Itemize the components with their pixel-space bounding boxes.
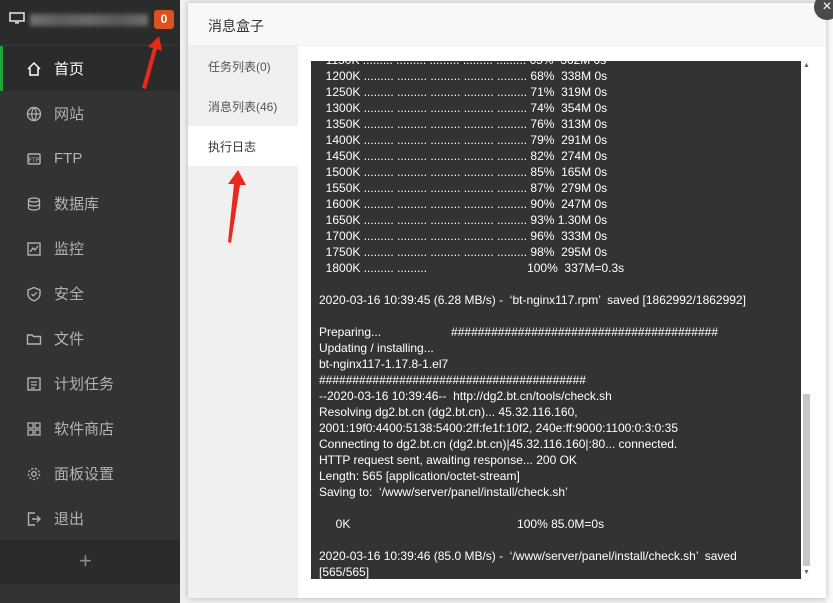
log-scrollbar[interactable]: ▲ ▼ [801, 61, 812, 579]
notification-badge[interactable]: 0 [154, 10, 174, 29]
sidebar-item-label: 文件 [54, 331, 85, 348]
svg-text:FTP: FTP [29, 157, 40, 164]
log-line: bt-nginx117-1.17.8-1.el7 [319, 357, 449, 371]
log-line: 1450K ......... ......... ......... ....… [319, 149, 608, 163]
log-line: Preparing... ###########################… [319, 325, 718, 339]
sidebar-item-label: 面板设置 [54, 466, 115, 483]
log-line: 1550K ......... ......... ......... ....… [319, 181, 608, 195]
sidebar-item-8[interactable]: 软件商店 [0, 406, 180, 451]
dialog-title: 消息盒子 [208, 18, 264, 34]
log-line: Saving to: ‘/www/server/panel/install/ch… [319, 485, 568, 499]
log-output[interactable]: 1150K ......... ......... ......... ....… [311, 61, 812, 579]
page-edge [826, 0, 833, 603]
annotation-arrow-tab [228, 170, 246, 243]
logout-icon [26, 511, 42, 527]
log-line: 1150K ......... ......... ......... ....… [319, 61, 799, 68]
sidebar-item-label: 首页 [54, 61, 85, 78]
log-line: Resolving dg2.bt.cn (dg2.bt.cn)... 45.32… [319, 405, 578, 419]
log-line: 1400K ......... ......... ......... ....… [319, 133, 608, 147]
tab-execution-log[interactable]: 执行日志 [188, 126, 298, 166]
sidebar-item-label: 网站 [54, 106, 85, 123]
gear-icon [26, 466, 42, 482]
log-line: 1200K ......... ......... ......... ....… [319, 69, 608, 83]
log-line: Connecting to dg2.bt.cn (dg2.bt.cn)|45.3… [319, 437, 678, 451]
log-line: 1300K ......... ......... ......... ....… [319, 101, 608, 115]
database-icon [26, 196, 42, 212]
dialog-tabs: 任务列表(0) 消息列表(46) 执行日志 [188, 46, 298, 598]
log-text: 1150K ......... ......... ......... ....… [319, 61, 799, 579]
sidebar-item-label: 计划任务 [54, 376, 115, 393]
log-line: 1700K ......... ......... ......... ....… [319, 229, 608, 243]
log-line: Length: 565 [application/octet-stream] [319, 469, 520, 483]
sidebar-item-9[interactable]: 面板设置 [0, 451, 180, 496]
log-line: 1750K ......... ......... ......... ....… [319, 245, 608, 259]
log-line: 2020-03-16 10:39:45 (6.28 MB/s) - ‘bt-ng… [319, 293, 746, 307]
sidebar-item-10[interactable]: 退出 [0, 496, 180, 541]
monitor-chart-icon [26, 241, 42, 257]
log-line: [565/565] [319, 565, 370, 579]
monitor-icon [9, 12, 25, 24]
sidebar-item-label: 软件商店 [54, 421, 115, 438]
annotation-arrow-badge [142, 36, 162, 89]
log-line: Updating / installing... [319, 341, 434, 355]
sidebar-item-3[interactable]: 数据库 [0, 181, 180, 226]
log-line: HTTP request sent, awaiting response... … [319, 453, 577, 467]
sidebar-item-2[interactable]: FTP FTP [0, 136, 180, 181]
log-line: 1800K ......... ......... 100% 337M=0.3s [319, 261, 625, 275]
log-line: --2020-03-16 10:39:46-- http://dg2.bt.cn… [319, 389, 612, 403]
sidebar-item-1[interactable]: 网站 [0, 91, 180, 136]
folder-icon [26, 331, 42, 347]
scroll-up-icon[interactable]: ▲ [801, 61, 812, 71]
log-line: 1500K ......... ......... ......... ....… [319, 165, 608, 179]
log-line: ######################################## [319, 373, 586, 387]
sidebar: 0 首页网站 FTP FTP 数据库监控安全文件计划任务软件商店面板设置退出 + [0, 0, 180, 603]
log-line: 1650K ......... ......... ......... ....… [319, 213, 608, 227]
log-line: 1350K ......... ......... ......... ....… [319, 117, 608, 131]
scroll-thumb[interactable] [803, 394, 810, 566]
hostname-redacted [30, 14, 148, 26]
scroll-down-icon[interactable]: ▼ [801, 567, 812, 579]
home-icon [26, 61, 42, 77]
sidebar-item-label: FTP [54, 150, 83, 167]
sidebar-item-label: 监控 [54, 241, 85, 258]
add-shortcut-button[interactable]: + [79, 550, 92, 572]
ftp-icon: FTP [26, 151, 42, 167]
sidebar-item-5[interactable]: 安全 [0, 271, 180, 316]
log-line: 0K 100% 85.0M=0s [319, 517, 605, 531]
sidebar-item-label: 数据库 [54, 196, 100, 213]
sidebar-item-6[interactable]: 文件 [0, 316, 180, 361]
log-line: 2001:19f0:4400:5138:5400:2ff:fe1f:10f2, … [319, 421, 678, 435]
globe-icon [26, 106, 42, 122]
sidebar-item-label: 安全 [54, 286, 85, 303]
log-line: 2020-03-16 10:39:46 (85.0 MB/s) - ‘/www/… [319, 549, 737, 563]
sidebar-item-4[interactable]: 监控 [0, 226, 180, 271]
sidebar-item-7[interactable]: 计划任务 [0, 361, 180, 406]
sidebar-item-label: 退出 [54, 511, 85, 528]
tab-message-list[interactable]: 消息列表(46) [188, 86, 298, 126]
dialog-header: 消息盒子 [188, 3, 826, 46]
shield-icon [26, 286, 42, 302]
log-line: 1600K ......... ......... ......... ....… [319, 197, 608, 211]
grid-icon [26, 421, 42, 437]
log-line: 1250K ......... ......... ......... ....… [319, 85, 608, 99]
tab-task-list[interactable]: 任务列表(0) [188, 46, 298, 86]
clock-icon [26, 376, 42, 392]
